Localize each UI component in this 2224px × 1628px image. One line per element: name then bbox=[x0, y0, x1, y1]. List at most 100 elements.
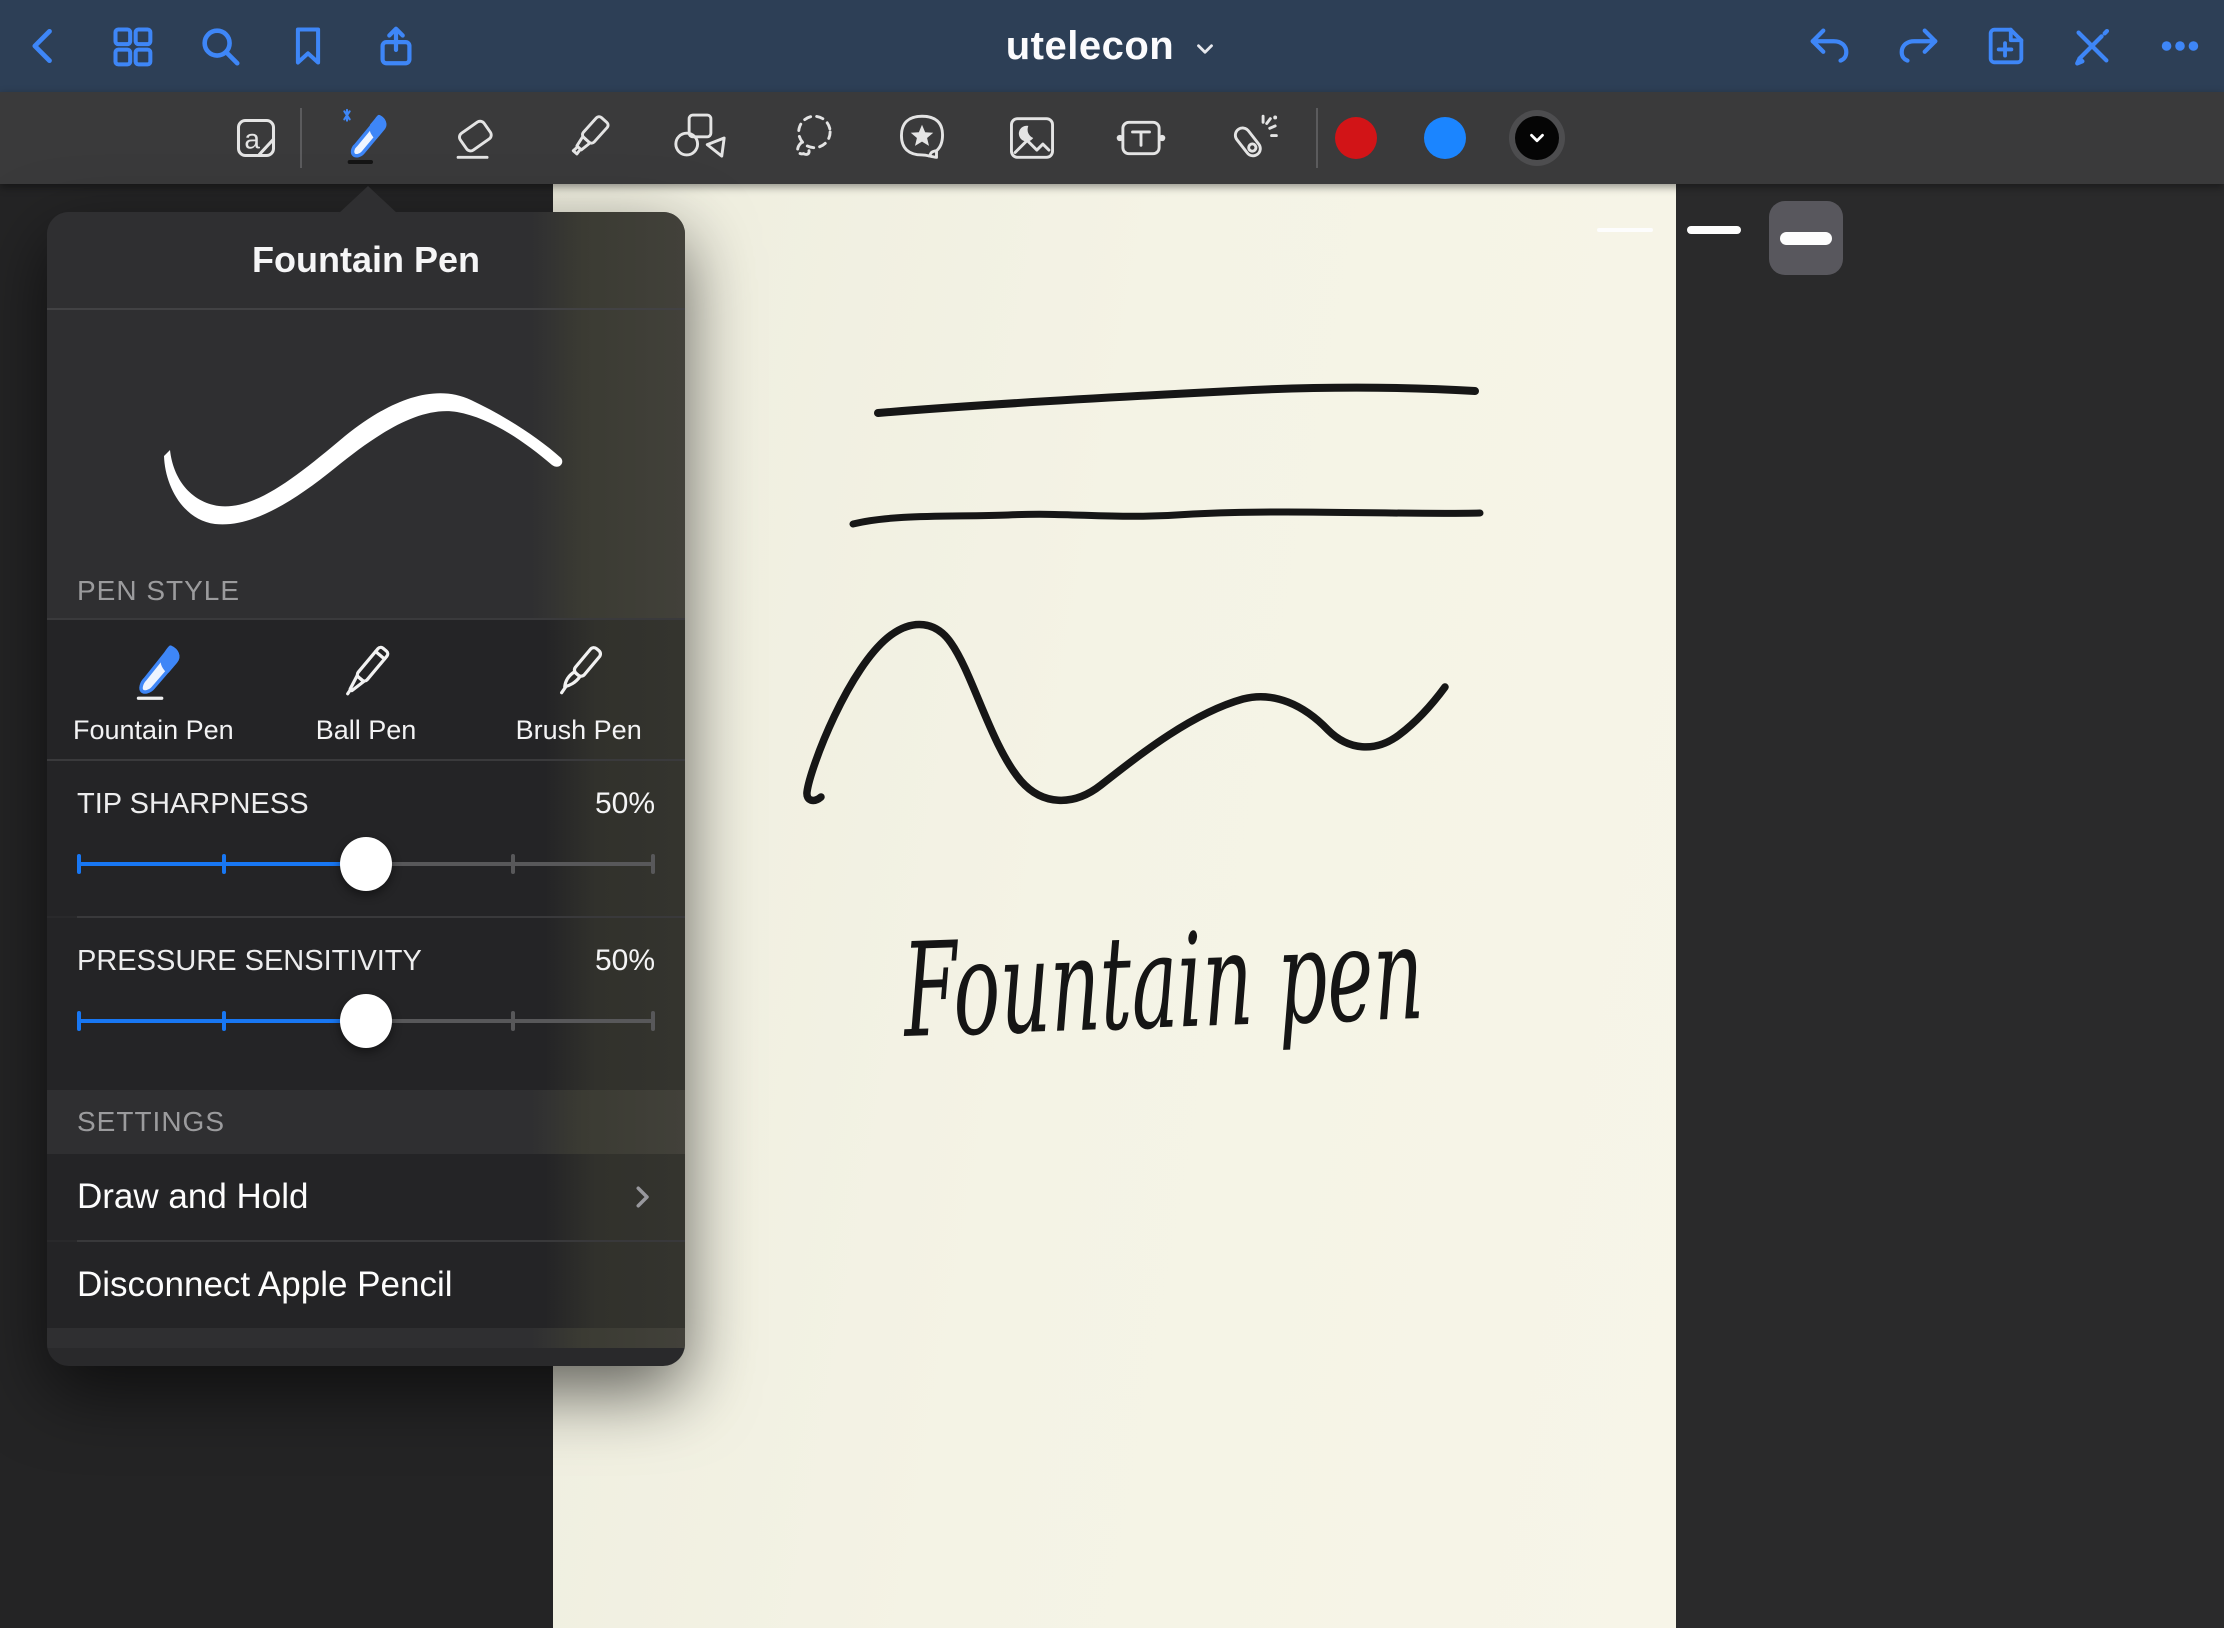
highlighter-icon bbox=[559, 109, 617, 167]
slider-tick bbox=[222, 1011, 226, 1031]
undo-button[interactable] bbox=[1794, 0, 1866, 92]
text-tool-button[interactable] bbox=[1099, 92, 1183, 184]
canvas-backdrop-right bbox=[1676, 184, 2224, 1628]
tip-sharpness-section: TIP SHARPNESS 50% bbox=[47, 761, 685, 916]
color-swatch-black-selected[interactable] bbox=[1509, 110, 1565, 166]
eraser-tool-button[interactable] bbox=[433, 92, 517, 184]
fountain-pen-icon bbox=[118, 633, 188, 707]
search-button[interactable] bbox=[184, 0, 256, 92]
slider-tick bbox=[511, 1011, 515, 1031]
pressure-sensitivity-value: 50% bbox=[595, 944, 655, 978]
search-icon bbox=[197, 23, 243, 69]
document-title[interactable]: utelecon bbox=[1006, 24, 1174, 69]
toolbar-divider bbox=[300, 108, 302, 168]
color-swatch-blue[interactable] bbox=[1424, 117, 1466, 159]
pen-style-fountain-pen[interactable]: Fountain Pen bbox=[47, 620, 260, 759]
ellipsis-icon bbox=[2157, 23, 2203, 69]
pen-tool-icon bbox=[331, 106, 395, 170]
ball-pen-icon bbox=[331, 633, 401, 707]
slider-tick bbox=[651, 854, 655, 874]
settings-section-label: SETTINGS bbox=[47, 1090, 685, 1154]
handwriting-panel-button[interactable]: a bbox=[214, 92, 298, 184]
goodnotes-app: utelecon a bbox=[0, 0, 2224, 1628]
handwriting-text: Fountain pen bbox=[900, 897, 1426, 1067]
fountain-pen-popover: Fountain Pen PEN STYLE Fountain Pen Ball… bbox=[47, 212, 685, 1366]
thickness-medium-button[interactable] bbox=[1687, 226, 1741, 234]
share-button[interactable] bbox=[360, 0, 432, 92]
stylus-disable-button[interactable] bbox=[2056, 0, 2128, 92]
slider-tick bbox=[222, 854, 226, 874]
pen-style-section-label: PEN STYLE bbox=[47, 564, 685, 618]
slider-tick bbox=[77, 1011, 81, 1031]
laser-pointer-icon bbox=[1222, 109, 1280, 167]
svg-text:a: a bbox=[244, 124, 260, 155]
chevron-right-icon bbox=[627, 1182, 657, 1212]
tip-sharpness-label: TIP SHARPNESS bbox=[77, 788, 309, 821]
note-page[interactable]: Fountain pen bbox=[553, 184, 1676, 1628]
grid-icon bbox=[110, 24, 154, 68]
highlighter-tool-button[interactable] bbox=[546, 92, 630, 184]
pressure-sensitivity-slider[interactable] bbox=[77, 986, 655, 1056]
disconnect-apple-pencil-label: Disconnect Apple Pencil bbox=[77, 1265, 453, 1305]
page-thumbnails-button[interactable] bbox=[96, 0, 168, 92]
color-swatch-red[interactable] bbox=[1335, 117, 1377, 159]
draw-and-hold-row[interactable]: Draw and Hold bbox=[47, 1154, 685, 1240]
lasso-tool-button[interactable] bbox=[770, 92, 854, 184]
sticker-tool-button[interactable] bbox=[880, 92, 964, 184]
add-page-icon bbox=[1983, 23, 2029, 69]
title-chevron-down-icon[interactable] bbox=[1192, 36, 1218, 62]
laser-pointer-button[interactable] bbox=[1209, 92, 1293, 184]
tip-sharpness-slider[interactable] bbox=[77, 829, 655, 899]
redo-icon bbox=[1895, 23, 1941, 69]
stroke-preview bbox=[47, 310, 685, 564]
pressure-sensitivity-section: PRESSURE SENSITIVITY 50% bbox=[47, 918, 685, 1090]
slider-tick bbox=[651, 1011, 655, 1031]
thickness-thin-button[interactable] bbox=[1597, 228, 1653, 232]
popover-bottom bbox=[47, 1328, 685, 1348]
pen-crossed-icon bbox=[2069, 23, 2115, 69]
pen-style-ball-pen[interactable]: Ball Pen bbox=[260, 620, 473, 759]
pen-style-brush-pen[interactable]: Brush Pen bbox=[472, 620, 685, 759]
chevron-left-icon bbox=[22, 24, 66, 68]
tip-sharpness-value: 50% bbox=[595, 787, 655, 821]
pen-style-label: Brush Pen bbox=[516, 715, 642, 746]
eraser-icon bbox=[446, 109, 504, 167]
bookmark-button[interactable] bbox=[272, 0, 344, 92]
bluetooth-icon bbox=[344, 110, 349, 121]
pen-style-label: Fountain Pen bbox=[73, 715, 234, 746]
pressure-sensitivity-label: PRESSURE SENSITIVITY bbox=[77, 945, 422, 978]
slider-knob[interactable] bbox=[340, 994, 392, 1048]
redo-button[interactable] bbox=[1882, 0, 1954, 92]
stroke-preview-curve bbox=[47, 310, 685, 564]
draw-and-hold-label: Draw and Hold bbox=[77, 1177, 309, 1217]
share-icon bbox=[373, 23, 419, 69]
undo-icon bbox=[1807, 23, 1853, 69]
handwriting-panel-icon: a bbox=[228, 110, 284, 166]
top-nav-bar: utelecon bbox=[0, 0, 2224, 92]
bookmark-icon bbox=[286, 24, 330, 68]
chevron-down-icon bbox=[1526, 127, 1548, 149]
pen-style-row: Fountain Pen Ball Pen Brush Pen bbox=[47, 618, 685, 761]
disconnect-apple-pencil-row[interactable]: Disconnect Apple Pencil bbox=[47, 1242, 685, 1328]
tool-bar: a bbox=[0, 92, 2224, 184]
popover-arrow bbox=[338, 186, 398, 214]
pen-tool-button[interactable] bbox=[321, 92, 405, 184]
slider-tick bbox=[511, 854, 515, 874]
popover-title: Fountain Pen bbox=[47, 212, 685, 310]
thickness-thick-selected-box[interactable] bbox=[1769, 201, 1843, 275]
add-page-button[interactable] bbox=[1970, 0, 2042, 92]
shapes-icon bbox=[671, 109, 729, 167]
slider-knob[interactable] bbox=[340, 837, 392, 891]
pen-style-label: Ball Pen bbox=[316, 715, 417, 746]
image-tool-button[interactable] bbox=[990, 92, 1074, 184]
slider-tick bbox=[77, 854, 81, 874]
lasso-icon bbox=[783, 109, 841, 167]
shapes-tool-button[interactable] bbox=[658, 92, 742, 184]
thickness-thick-button bbox=[1780, 232, 1832, 245]
back-button[interactable] bbox=[8, 0, 80, 92]
stroke-line-1 bbox=[878, 388, 1475, 413]
brush-pen-icon bbox=[544, 633, 614, 707]
stroke-wave bbox=[807, 625, 1445, 801]
color-swatch-black bbox=[1515, 116, 1559, 160]
more-button[interactable] bbox=[2144, 0, 2216, 92]
